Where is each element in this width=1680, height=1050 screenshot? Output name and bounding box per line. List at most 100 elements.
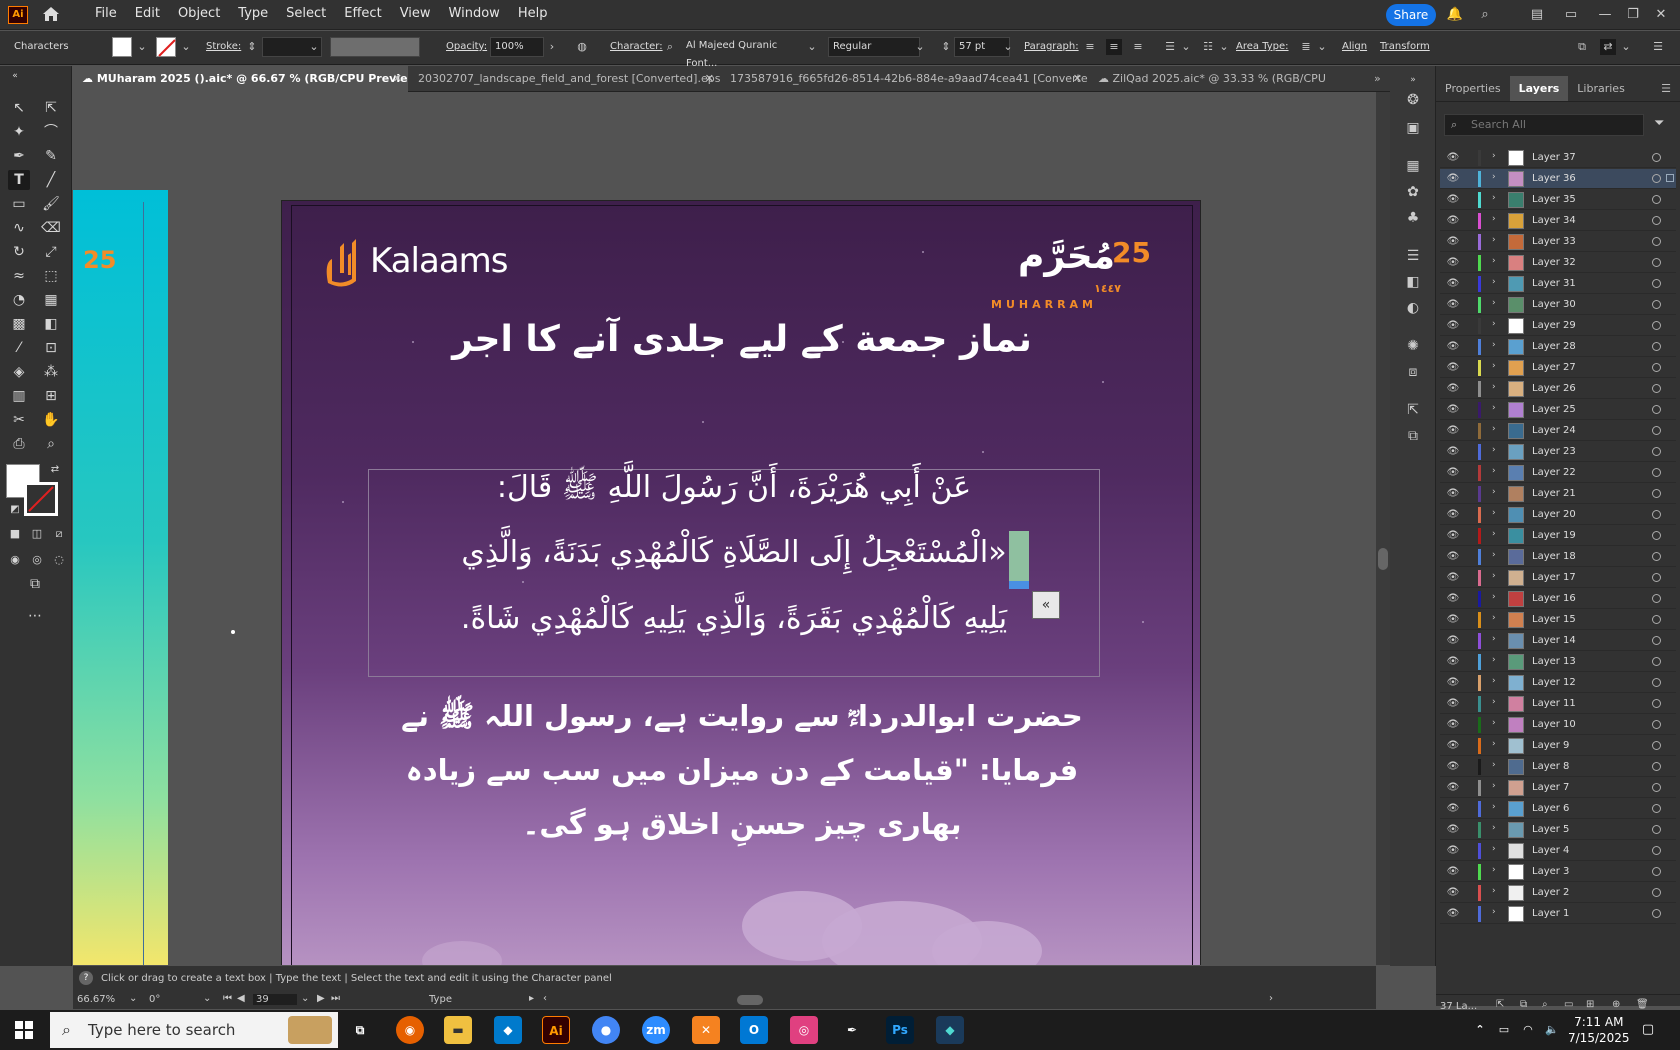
chevron-right-icon[interactable]: › xyxy=(544,39,560,55)
target-circle-icon[interactable] xyxy=(1652,615,1661,624)
chevron-down-icon[interactable]: ⌄ xyxy=(1178,39,1194,55)
restore-icon[interactable]: ❐ xyxy=(1624,7,1642,23)
target-circle-icon[interactable] xyxy=(1652,741,1661,750)
expand-chevron-icon[interactable]: › xyxy=(1492,802,1496,812)
rectangle-tool-icon[interactable]: ▭ xyxy=(8,194,30,214)
visibility-eye-icon[interactable]: 👁 xyxy=(1446,319,1460,333)
pen-app-icon[interactable]: ✒ xyxy=(838,1016,866,1044)
layer-row[interactable]: 👁 › Layer 25 xyxy=(1440,400,1676,420)
direct-selection-tool-icon[interactable]: ⇱ xyxy=(40,98,62,118)
expand-chevron-icon[interactable]: › xyxy=(1492,592,1496,602)
target-circle-icon[interactable] xyxy=(1652,531,1661,540)
expand-chevron-icon[interactable]: › xyxy=(1492,508,1496,518)
visibility-eye-icon[interactable]: 👁 xyxy=(1446,172,1460,186)
target-circle-icon[interactable] xyxy=(1652,825,1661,834)
expand-chevron-icon[interactable]: › xyxy=(1492,697,1496,707)
visibility-eye-icon[interactable]: 👁 xyxy=(1446,277,1460,291)
layer-name[interactable]: Layer 4 xyxy=(1532,845,1569,856)
layer-row[interactable]: 👁 › Layer 28 xyxy=(1440,337,1676,357)
opacity-label[interactable]: Opacity: xyxy=(446,41,487,52)
expand-chevron-icon[interactable]: › xyxy=(1492,613,1496,623)
prev-artboard-icon[interactable]: ◀ xyxy=(237,993,245,1004)
artboard-number-field[interactable]: 39 xyxy=(253,994,297,1005)
layer-row[interactable]: 👁 › Layer 34 xyxy=(1440,211,1676,231)
layer-row[interactable]: 👁 › Layer 27 xyxy=(1440,358,1676,378)
layer-name[interactable]: Layer 5 xyxy=(1532,824,1569,835)
target-circle-icon[interactable] xyxy=(1652,258,1661,267)
collapse-icon[interactable]: » xyxy=(1402,70,1424,90)
expand-chevron-icon[interactable]: › xyxy=(1492,655,1496,665)
layer-row[interactable]: 👁 › Layer 21 xyxy=(1440,484,1676,504)
chevron-down-icon[interactable]: ⌄ xyxy=(1216,39,1232,55)
layer-name[interactable]: Layer 22 xyxy=(1532,467,1576,478)
chevron-down-icon[interactable]: ⌄ xyxy=(178,39,194,55)
target-circle-icon[interactable] xyxy=(1652,216,1661,225)
tab-landscape-field[interactable]: 20302707_landscape_field_and_forest [Con… xyxy=(408,66,720,92)
chevron-down-icon[interactable]: ⌄ xyxy=(1314,39,1330,55)
graphic-styles-icon[interactable]: ⧈ xyxy=(1402,362,1424,382)
rotate-tool-icon[interactable]: ↻ xyxy=(8,242,30,262)
swap-colors-icon[interactable]: ⇄ xyxy=(44,460,66,480)
visibility-eye-icon[interactable]: 👁 xyxy=(1446,298,1460,312)
layer-row[interactable]: 👁 › Layer 35 xyxy=(1440,190,1676,210)
layer-name[interactable]: Layer 3 xyxy=(1532,866,1569,877)
expand-chevron-icon[interactable]: › xyxy=(1492,865,1496,875)
magic-wand-icon[interactable]: ✦ xyxy=(8,122,30,142)
area-type-label[interactable]: Area Type: xyxy=(1236,41,1289,52)
visibility-eye-icon[interactable]: 👁 xyxy=(1446,508,1460,522)
layer-row[interactable]: 👁 › Layer 12 xyxy=(1440,673,1676,693)
target-circle-icon[interactable] xyxy=(1652,594,1661,603)
collapse-icon[interactable]: « xyxy=(4,66,26,86)
layer-name[interactable]: Layer 33 xyxy=(1532,236,1576,247)
expand-chevron-icon[interactable]: › xyxy=(1492,739,1496,749)
scale-tool-icon[interactable]: ⤢ xyxy=(40,242,62,262)
layer-row[interactable]: 👁 › Layer 16 xyxy=(1440,589,1676,609)
layer-name[interactable]: Layer 17 xyxy=(1532,572,1576,583)
align-left-icon[interactable]: ≡ xyxy=(1082,39,1098,55)
visibility-eye-icon[interactable]: 👁 xyxy=(1446,844,1460,858)
opacity-field[interactable]: 100% xyxy=(490,37,544,57)
tab-properties[interactable]: Properties xyxy=(1436,76,1510,101)
layer-name[interactable]: Layer 32 xyxy=(1532,257,1576,268)
target-circle-icon[interactable] xyxy=(1652,468,1661,477)
expand-chevron-icon[interactable]: › xyxy=(1492,466,1496,476)
rotation-angle[interactable]: 0° xyxy=(149,994,160,1005)
arrange-icon[interactable]: ▭ xyxy=(1562,7,1580,23)
menu-view[interactable]: View xyxy=(391,0,440,30)
symbol-sprayer-icon[interactable]: ⁂ xyxy=(40,362,62,382)
visibility-eye-icon[interactable]: 👁 xyxy=(1446,403,1460,417)
menu-edit[interactable]: Edit xyxy=(126,0,169,30)
target-circle-icon[interactable] xyxy=(1652,699,1661,708)
close-tab-icon[interactable]: ✕ xyxy=(705,66,714,92)
stroke-swatch[interactable] xyxy=(156,37,176,57)
slice-tool-icon[interactable]: ✂ xyxy=(8,410,30,430)
symbols-icon[interactable]: ♣ xyxy=(1402,208,1424,228)
layer-row[interactable]: 👁 › Layer 19 xyxy=(1440,526,1676,546)
visibility-eye-icon[interactable]: 👁 xyxy=(1446,634,1460,648)
photoshop-icon[interactable]: Ps xyxy=(886,1016,914,1044)
expand-chevron-icon[interactable]: › xyxy=(1492,235,1496,245)
expand-chevron-icon[interactable]: › xyxy=(1492,319,1496,329)
expand-chevron-icon[interactable]: › xyxy=(1492,172,1496,182)
layer-row[interactable]: 👁 › Layer 23 xyxy=(1440,442,1676,462)
layer-name[interactable]: Layer 25 xyxy=(1532,404,1576,415)
layer-row[interactable]: 👁 › Layer 15 xyxy=(1440,610,1676,630)
expand-chevron-icon[interactable]: › xyxy=(1492,760,1496,770)
free-transform-icon[interactable]: ⬚ xyxy=(40,266,62,286)
measure-icon[interactable]: ⊡ xyxy=(40,338,62,358)
selection-tool-icon[interactable]: ↖ xyxy=(8,98,30,118)
line-tool-icon[interactable]: ╱ xyxy=(40,170,62,190)
more-tabs-icon[interactable]: » xyxy=(1364,66,1388,92)
layer-name[interactable]: Layer 30 xyxy=(1532,299,1576,310)
numbering-icon[interactable]: ☷ xyxy=(1200,39,1216,55)
target-circle-icon[interactable] xyxy=(1652,657,1661,666)
visibility-eye-icon[interactable]: 👁 xyxy=(1446,445,1460,459)
hadith-arabic-line-1[interactable]: عَنْ أَبِي هُرَيْرَةَ، أَنَّ رَسُولَ الل… xyxy=(372,469,1096,512)
canvas[interactable]: 25 Kalaams 25 مُحَرَّم ١٤٤٧ MUHARRAM نما… xyxy=(73,92,1376,965)
target-circle-icon[interactable] xyxy=(1652,237,1661,246)
expand-chevron-icon[interactable]: › xyxy=(1492,151,1496,161)
layer-row[interactable]: 👁 › Layer 29 xyxy=(1440,316,1676,336)
text-overflow-port[interactable]: « xyxy=(1032,591,1060,619)
layer-row[interactable]: 👁 › Layer 1 xyxy=(1440,904,1676,924)
clipping-mask-icon[interactable]: ▭ xyxy=(1564,999,1573,1010)
